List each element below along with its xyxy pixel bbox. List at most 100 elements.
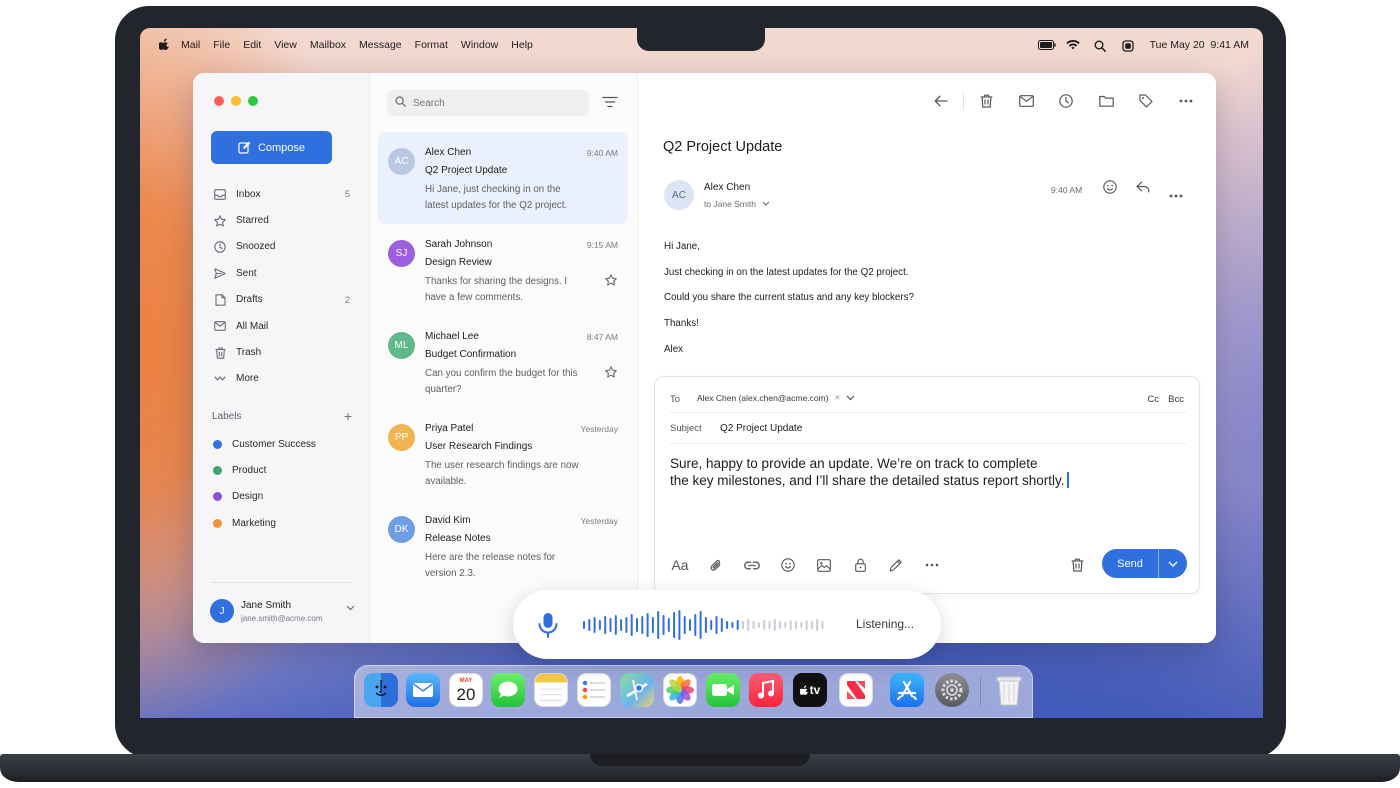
compose-button[interactable]: Compose [211, 131, 332, 164]
text-format-button[interactable]: Aa [670, 555, 690, 575]
link-icon[interactable] [742, 555, 762, 575]
move-folder-icon[interactable] [1096, 91, 1116, 111]
trash-icon[interactable] [976, 91, 996, 111]
menu-view[interactable]: View [274, 39, 297, 51]
back-arrow-icon[interactable] [931, 91, 951, 111]
app-store-icon[interactable] [890, 673, 924, 707]
recipient-chip[interactable]: Alex Chen (alex.chen@acme.com) ✕ [689, 388, 861, 407]
control-center-icon[interactable] [1121, 40, 1136, 52]
bcc-button[interactable]: Bcc [1168, 394, 1184, 405]
notes-icon[interactable] [534, 673, 568, 707]
waveform-bar [673, 612, 676, 638]
music-icon[interactable] [749, 673, 783, 707]
search-input[interactable] [413, 97, 573, 109]
sidebar-item-sent[interactable]: Sent [205, 260, 355, 286]
list-item[interactable]: DK David Kim Yesterday Release Notes Her… [378, 500, 628, 592]
sidebar-item-label: More [236, 373, 259, 385]
sidebar-divider [211, 582, 352, 583]
list-item[interactable]: ML Michael Lee 8:47 AM Budget Confirmati… [378, 316, 628, 408]
waveform-bar [625, 617, 628, 633]
list-item[interactable]: AC Alex Chen 9:40 AM Q2 Project Update H… [378, 132, 628, 224]
avatar: SJ [388, 240, 415, 267]
reply-icon[interactable] [1136, 180, 1150, 203]
reply-line: the key milestones, and I’ll share the d… [670, 473, 1065, 488]
news-icon[interactable] [839, 673, 873, 707]
discard-draft-trash-icon[interactable] [1067, 555, 1087, 575]
label-customer-success[interactable]: Customer Success [213, 431, 353, 457]
mail-app-icon[interactable] [406, 673, 440, 707]
waveform-bar [795, 621, 797, 629]
facetime-icon[interactable] [706, 673, 740, 707]
trash-bin-icon[interactable] [992, 673, 1026, 707]
sidebar-item-snoozed[interactable]: Snoozed [205, 234, 355, 260]
microphone-icon[interactable] [537, 612, 559, 638]
menu-app-mail[interactable]: Mail [181, 39, 200, 51]
sidebar-item-all-mail[interactable]: All Mail [205, 313, 355, 339]
sidebar-item-more[interactable]: More [205, 366, 355, 392]
wifi-icon[interactable] [1065, 39, 1080, 50]
label-marketing[interactable]: Marketing [213, 510, 353, 536]
search-box[interactable] [387, 90, 589, 116]
send-options-chevron-down-icon[interactable] [1159, 549, 1187, 578]
star-icon[interactable] [605, 366, 617, 381]
remove-recipient-icon[interactable]: ✕ [834, 394, 840, 402]
messages-icon[interactable] [491, 673, 525, 707]
pencil-icon[interactable] [886, 555, 906, 575]
system-settings-gear-icon[interactable] [935, 673, 969, 707]
subject-field[interactable]: Q2 Project Update [720, 423, 802, 434]
menu-format[interactable]: Format [415, 39, 448, 51]
menu-message[interactable]: Message [359, 39, 402, 51]
recipient-details[interactable]: to Jane Smith [704, 199, 770, 209]
sidebar-item-starred[interactable]: Starred [205, 207, 355, 233]
finder-icon[interactable] [364, 673, 398, 707]
menu-edit[interactable]: Edit [243, 39, 261, 51]
maps-icon[interactable] [620, 673, 654, 707]
label-design[interactable]: Design [213, 484, 353, 510]
lock-icon[interactable] [850, 555, 870, 575]
photos-icon[interactable] [663, 673, 697, 707]
add-label-button[interactable]: + [344, 408, 352, 424]
minimize-window-button[interactable] [231, 96, 241, 106]
label-product[interactable]: Product [213, 457, 353, 483]
list-item[interactable]: PP Priya Patel Yesterday User Research F… [378, 408, 628, 500]
more-options-icon[interactable] [1176, 91, 1196, 111]
snooze-clock-icon[interactable] [1056, 91, 1076, 111]
reply-body-editor[interactable]: Sure, happy to provide an update. We’re … [670, 455, 1190, 489]
chevron-down-icon[interactable] [846, 395, 855, 401]
message-subject: Budget Confirmation [425, 349, 517, 360]
mark-unread-mail-icon[interactable] [1016, 91, 1036, 111]
tag-icon[interactable] [1136, 91, 1156, 111]
zoom-window-button[interactable] [248, 96, 258, 106]
menu-mailbox[interactable]: Mailbox [310, 39, 346, 51]
emoji-icon[interactable] [778, 555, 798, 575]
more-options-icon[interactable] [1169, 180, 1183, 203]
image-icon[interactable] [814, 555, 834, 575]
apple-tv-icon[interactable]: tv [793, 673, 827, 707]
sidebar-item-trash[interactable]: Trash [205, 339, 355, 365]
list-item[interactable]: SJ Sarah Johnson 9:15 AM Design Review T… [378, 224, 628, 316]
menubar-clock[interactable]: Tue May 20 9:41 AM [1150, 39, 1249, 51]
sidebar-item-drafts[interactable]: Drafts 2 [205, 287, 355, 313]
spotlight-search-icon[interactable] [1094, 40, 1108, 52]
menu-help[interactable]: Help [511, 39, 533, 51]
cc-button[interactable]: Cc [1147, 394, 1159, 405]
send-button[interactable]: Send [1102, 549, 1158, 578]
sidebar-item-inbox[interactable]: Inbox 5 [205, 181, 355, 207]
more-options-icon[interactable] [922, 555, 942, 575]
filter-icon[interactable] [602, 95, 618, 109]
waveform-bar [593, 617, 596, 633]
waveform-bar [773, 619, 776, 631]
star-icon[interactable] [605, 274, 617, 289]
reminders-icon[interactable] [577, 673, 611, 707]
message-sender: Michael Lee [425, 331, 479, 342]
attachment-icon[interactable] [706, 555, 726, 575]
calendar-icon[interactable]: MAY 20 [449, 673, 483, 707]
menu-window[interactable]: Window [461, 39, 498, 51]
waveform-bar [636, 618, 638, 632]
account-switcher[interactable]: J Jane Smith jane.smith@acme.com [210, 597, 355, 627]
emoji-reaction-icon[interactable] [1103, 180, 1117, 203]
battery-icon[interactable] [1037, 40, 1056, 50]
close-window-button[interactable] [214, 96, 224, 106]
menu-file[interactable]: File [213, 39, 230, 51]
apple-menu-icon[interactable] [158, 38, 171, 53]
